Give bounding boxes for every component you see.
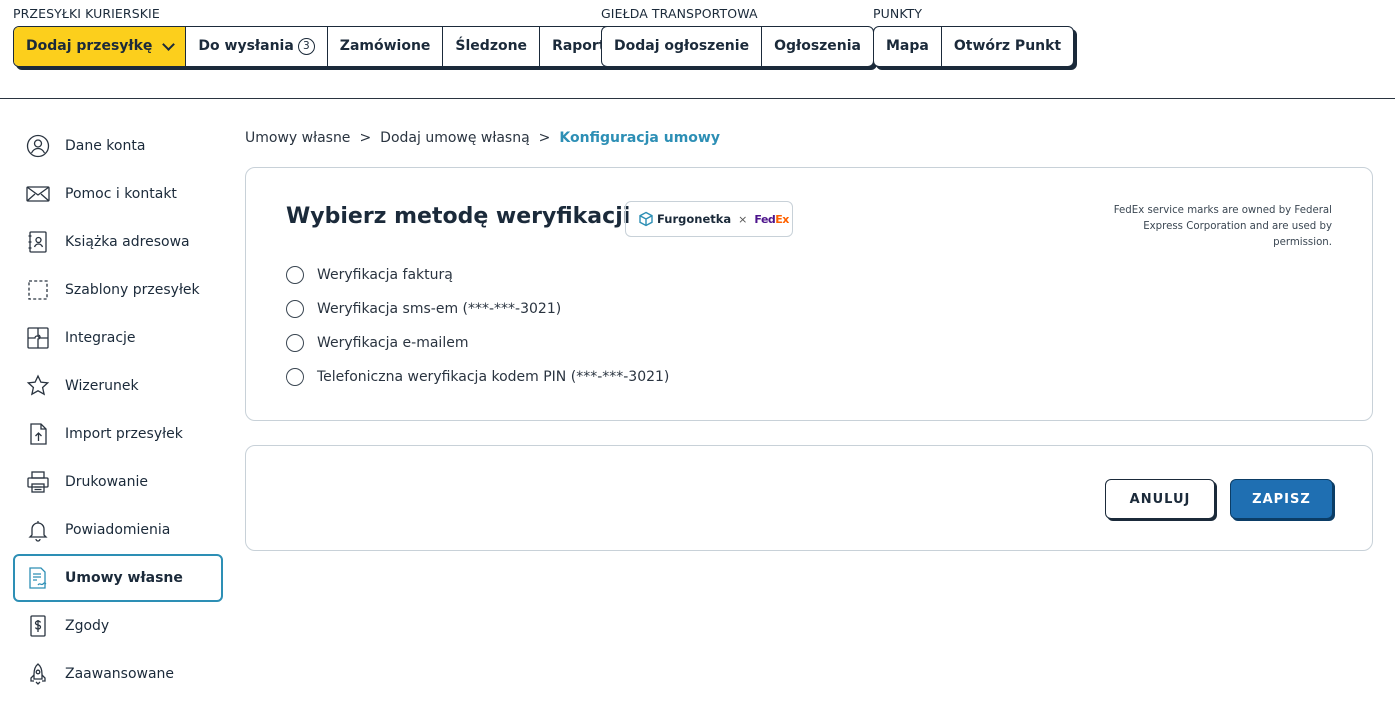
breadcrumb-current: Konfiguracja umowy	[559, 130, 720, 146]
trademark-notice: FedEx service marks are owned by Federal…	[1113, 205, 1332, 248]
radio-button[interactable]	[286, 334, 304, 352]
star-icon	[25, 373, 51, 399]
sidebar-item-integrations[interactable]: Integracje	[13, 314, 223, 362]
option-label: Weryfikacja sms-em (***-***-3021)	[317, 301, 562, 317]
breadcrumb-link-contracts[interactable]: Umowy własne	[245, 130, 350, 146]
map-button[interactable]: Mapa	[874, 27, 942, 66]
sidebar-item-label: Pomoc i kontakt	[65, 186, 177, 202]
sidebar-item-label: Zaawansowane	[65, 666, 175, 682]
to-send-label: Do wysłania	[198, 38, 294, 54]
breadcrumb-link-add-contract[interactable]: Dodaj umowę własną	[380, 130, 530, 146]
nav-group-title: PRZESYŁKI KURIERSKIE	[13, 6, 160, 21]
count-badge: 3	[297, 38, 315, 55]
sidebar-item-consents[interactable]: Zgody	[13, 602, 223, 650]
cancel-button[interactable]: ANULUJ	[1105, 479, 1215, 519]
bell-icon	[25, 517, 51, 543]
import-icon	[25, 421, 51, 447]
envelope-icon	[25, 181, 51, 207]
option-label: Weryfikacja fakturą	[317, 267, 453, 283]
sidebar-item-label: Zgody	[65, 618, 110, 634]
breadcrumb-separator: >	[359, 130, 372, 146]
option-invoice[interactable]: Weryfikacja fakturą	[286, 258, 669, 292]
verification-card: Wybierz metodę weryfikacji Furgonetka × …	[245, 167, 1373, 421]
nav-group-title: GIEŁDA TRANSPORTOWA	[601, 6, 758, 21]
actions-card: ANULUJ ZAPISZ	[245, 445, 1373, 551]
sidebar-item-label: Książka adresowa	[65, 234, 190, 250]
template-icon	[25, 277, 51, 303]
chevron-down-icon	[162, 37, 176, 51]
option-sms[interactable]: Weryfikacja sms-em (***-***-3021)	[286, 292, 669, 326]
sidebar-item-branding[interactable]: Wizerunek	[13, 362, 223, 410]
nav-group-courier: PRZESYŁKI KURIERSKIE	[13, 6, 160, 22]
option-label: Weryfikacja e-mailem	[317, 335, 469, 351]
fedex-logo-ex: Ex	[775, 212, 789, 226]
sidebar-item-advanced[interactable]: Zaawansowane	[13, 650, 223, 698]
breadcrumb: Umowy własne > Dodaj umowę własną > Konf…	[245, 130, 720, 146]
radio-button[interactable]	[286, 300, 304, 318]
nav-group-points: PUNKTY	[873, 6, 922, 22]
sidebar-item-account[interactable]: Dane konta	[13, 122, 223, 170]
sidebar-item-notifications[interactable]: Powiadomienia	[13, 506, 223, 554]
sidebar-item-label: Integracje	[65, 330, 136, 346]
top-navigation: PRZESYŁKI KURIERSKIE Dodaj przesyłkę Do …	[0, 0, 1395, 99]
sidebar-item-label: Umowy własne	[65, 570, 183, 586]
sidebar-item-templates[interactable]: Szablony przesyłek	[13, 266, 223, 314]
radio-button[interactable]	[286, 368, 304, 386]
sidebar-item-label: Import przesyłek	[65, 426, 183, 442]
radio-button[interactable]	[286, 266, 304, 284]
contract-icon	[25, 565, 51, 591]
open-point-button[interactable]: Otwórz Punkt	[942, 27, 1073, 66]
sidebar-item-help[interactable]: Pomoc i kontakt	[13, 170, 223, 218]
user-icon	[25, 133, 51, 159]
tracked-button[interactable]: Śledzone	[443, 27, 541, 66]
document-icon	[25, 613, 51, 639]
times-symbol: ×	[738, 212, 748, 226]
sidebar-item-label: Powiadomienia	[65, 522, 171, 538]
to-send-button[interactable]: Do wysłania 3	[186, 27, 328, 66]
rocket-icon	[25, 661, 51, 687]
sidebar-item-printing[interactable]: Drukowanie	[13, 458, 223, 506]
sidebar-item-label: Wizerunek	[65, 378, 139, 394]
add-shipment-label: Dodaj przesyłkę	[26, 38, 153, 54]
verification-options: Weryfikacja fakturą Weryfikacja sms-em (…	[286, 258, 669, 394]
sidebar-item-label: Szablony przesyłek	[65, 282, 200, 298]
points-button-row: Mapa Otwórz Punkt	[873, 26, 1075, 67]
brand-badge: Furgonetka × Fed Ex	[625, 201, 793, 237]
add-shipment-button[interactable]: Dodaj przesyłkę	[14, 27, 187, 66]
option-label: Telefoniczna weryfikacja kodem PIN (***-…	[317, 369, 670, 385]
sidebar-item-contracts[interactable]: Umowy własne	[13, 554, 223, 602]
page-title: Wybierz metodę weryfikacji	[286, 204, 631, 229]
sidebar-item-import[interactable]: Import przesyłek	[13, 410, 223, 458]
sidebar-item-label: Dane konta	[65, 138, 146, 154]
partner-name: Furgonetka	[657, 212, 732, 226]
nav-group-transport: GIEŁDA TRANSPORTOWA	[601, 6, 758, 22]
breadcrumb-separator: >	[538, 130, 551, 146]
option-email[interactable]: Weryfikacja e-mailem	[286, 326, 669, 360]
address-book-icon	[25, 229, 51, 255]
furgonetka-logo-icon	[639, 211, 653, 227]
courier-button-row: Dodaj przesyłkę Do wysłania 3 Zamówione …	[13, 26, 628, 67]
sidebar-item-address-book[interactable]: Książka adresowa	[13, 218, 223, 266]
sidebar: Dane konta Pomoc i kontakt Książka adres…	[13, 122, 223, 698]
sidebar-item-label: Drukowanie	[65, 474, 148, 490]
add-listing-button[interactable]: Dodaj ogłoszenie	[602, 27, 763, 66]
puzzle-icon	[25, 325, 51, 351]
listings-button[interactable]: Ogłoszenia	[762, 27, 873, 66]
fedex-logo-fed: Fed	[754, 212, 776, 226]
ordered-button[interactable]: Zamówione	[328, 27, 444, 66]
nav-group-title: PUNKTY	[873, 6, 923, 21]
option-phone-pin[interactable]: Telefoniczna weryfikacja kodem PIN (***-…	[286, 360, 669, 394]
save-button[interactable]: ZAPISZ	[1230, 479, 1333, 519]
transport-button-row: Dodaj ogłoszenie Ogłoszenia	[601, 26, 875, 67]
printer-icon	[25, 469, 51, 495]
